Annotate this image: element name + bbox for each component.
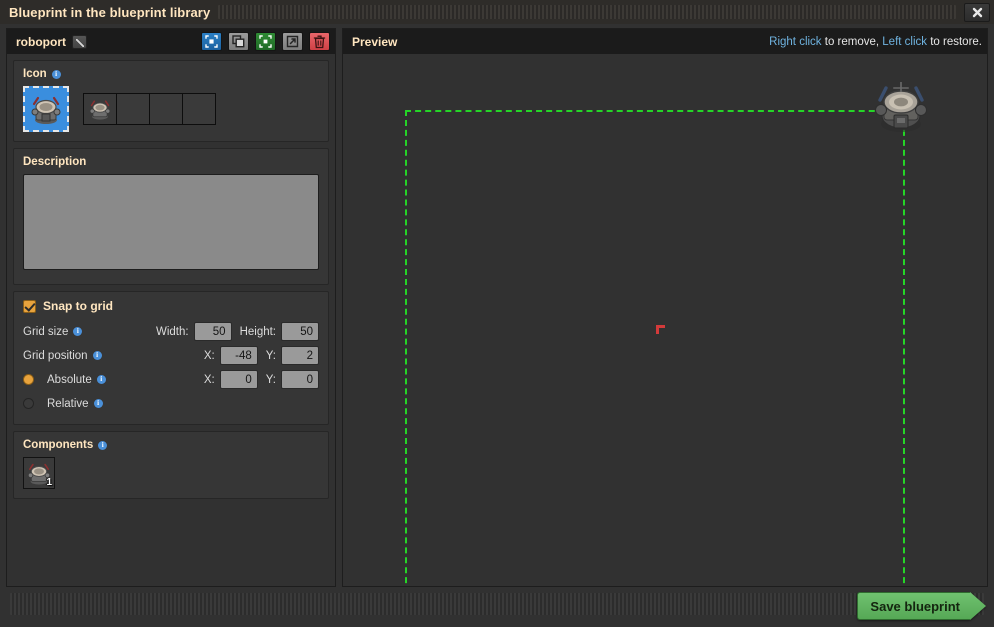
grid-position-label-text: Grid position — [23, 349, 88, 362]
absolute-y-label: Y: — [265, 373, 276, 386]
select-new-contents-button[interactable] — [201, 32, 222, 51]
relative-radio[interactable] — [23, 398, 34, 409]
grid-position-x-input[interactable] — [219, 346, 258, 365]
grid-position-row: Grid position X: Y: — [23, 345, 319, 366]
info-icon[interactable] — [73, 327, 83, 336]
relative-row: Relative — [23, 393, 319, 414]
icon-slot-1[interactable] — [84, 94, 116, 124]
copy-blueprint-button[interactable] — [228, 32, 249, 51]
window-title: Blueprint in the blueprint library — [9, 4, 211, 20]
components-group-label: Components — [23, 439, 319, 451]
close-button[interactable] — [964, 2, 990, 22]
save-arrow-icon — [970, 592, 986, 620]
hint-left-click: Left click — [882, 35, 928, 48]
relative-label-text: Relative — [47, 397, 89, 410]
info-icon[interactable] — [96, 375, 106, 384]
save-blueprint-label: Save blueprint — [857, 592, 970, 620]
snap-to-grid-group: Snap to grid Grid size Width: Height: — [13, 291, 329, 425]
grid-position-x-label: X: — [203, 349, 215, 362]
preview-panel: Preview Right click to remove, Left clic… — [342, 28, 988, 587]
preview-header: Preview Right click to remove, Left clic… — [343, 29, 987, 54]
window-footer: Save blueprint — [0, 587, 994, 627]
export-arrow-icon — [286, 35, 299, 48]
grid-position-label: Grid position — [23, 350, 102, 362]
absolute-label-text: Absolute — [47, 373, 92, 386]
blueprint-name-header: roboport — [7, 29, 335, 54]
icon-slot-3[interactable] — [150, 94, 182, 124]
info-icon[interactable] — [98, 440, 108, 450]
delete-blueprint-button[interactable] — [309, 32, 330, 51]
preview-title: Preview — [352, 34, 398, 49]
component-slot[interactable]: 1 — [23, 457, 55, 489]
icon-slot-list — [83, 93, 216, 125]
grid-position-y-label: Y: — [265, 349, 276, 362]
icon-label-text: Icon — [23, 68, 47, 80]
grid-size-row: Grid size Width: Height: — [23, 321, 319, 342]
copy-icon — [232, 35, 245, 48]
description-input[interactable] — [23, 174, 319, 270]
relative-option[interactable]: Relative — [23, 398, 103, 410]
grid-position-y-input[interactable] — [281, 346, 319, 365]
icon-row — [23, 86, 319, 132]
info-icon[interactable] — [93, 399, 103, 408]
icon-slot-4[interactable] — [183, 94, 215, 124]
description-group-label: Description — [23, 156, 319, 168]
window-body: roboport Icon i Description Snap to grid… — [0, 24, 994, 587]
absolute-x-label: X: — [203, 373, 215, 386]
footer-grip — [10, 593, 984, 615]
grid-size-label-text: Grid size — [23, 325, 69, 338]
absolute-radio[interactable] — [23, 374, 34, 385]
snap-to-grid-label: Snap to grid — [43, 299, 113, 313]
info-icon[interactable] — [92, 351, 102, 360]
component-count: 1 — [46, 477, 52, 488]
export-to-string-button[interactable] — [282, 32, 303, 51]
icon-slot-2[interactable] — [117, 94, 149, 124]
absolute-row: Absolute X: Y: — [23, 369, 319, 390]
create-upgrade-planner-button[interactable] — [255, 32, 276, 51]
selection-tool-icon — [205, 35, 218, 48]
icon-group: Icon — [13, 60, 329, 142]
preview-hint: Right click to remove, Left click to res… — [769, 36, 982, 48]
save-blueprint-button[interactable]: Save blueprint — [857, 592, 986, 620]
trash-icon — [313, 35, 326, 48]
roboport-entity-sprite — [875, 82, 927, 132]
icon-group-label: Icon — [23, 68, 319, 80]
window-titlebar: Blueprint in the blueprint library — [0, 0, 994, 24]
blueprint-name-label: roboport — [16, 34, 66, 49]
settings-scroll-content: Icon i Description Snap to grid Grid siz… — [7, 54, 335, 586]
hint-end: to restore. — [927, 35, 982, 48]
grid-height-input[interactable] — [281, 322, 319, 341]
grid-width-input[interactable] — [193, 322, 232, 341]
selected-icon-preview[interactable] — [23, 86, 69, 132]
blueprint-preview-canvas[interactable] — [343, 54, 987, 586]
hint-right-click: Right click — [769, 35, 822, 48]
grid-size-label: Grid size — [23, 325, 83, 338]
blueprint-bounds-rect — [405, 110, 905, 586]
close-icon — [972, 7, 982, 17]
absolute-option[interactable]: Absolute — [23, 374, 106, 386]
description-group: Description — [13, 148, 329, 285]
snap-to-grid-checkbox[interactable] — [23, 299, 36, 313]
info-icon[interactable] — [51, 69, 61, 79]
hint-mid: to remove, — [821, 35, 883, 48]
window-drag-handle[interactable] — [218, 5, 956, 19]
roboport-icon — [31, 96, 61, 124]
description-label-text: Description — [23, 156, 87, 168]
pencil-icon[interactable] — [72, 34, 87, 49]
blueprint-library-window: Blueprint in the blueprint library robop… — [0, 0, 994, 627]
components-label-text: Components — [23, 439, 94, 451]
grid-width-label: Width: — [155, 325, 189, 338]
absolute-y-input[interactable] — [281, 370, 319, 389]
roboport-entity[interactable] — [870, 78, 932, 140]
blueprint-settings-panel: roboport Icon i Description Snap to grid… — [6, 28, 336, 587]
absolute-x-input[interactable] — [219, 370, 258, 389]
snap-to-grid-row[interactable]: Snap to grid — [23, 299, 319, 313]
origin-marker — [656, 325, 665, 334]
roboport-icon — [89, 100, 111, 120]
components-group: Components i 1 — [13, 431, 329, 499]
grid-height-label: Height: — [239, 325, 276, 338]
green-selection-icon — [259, 35, 272, 48]
